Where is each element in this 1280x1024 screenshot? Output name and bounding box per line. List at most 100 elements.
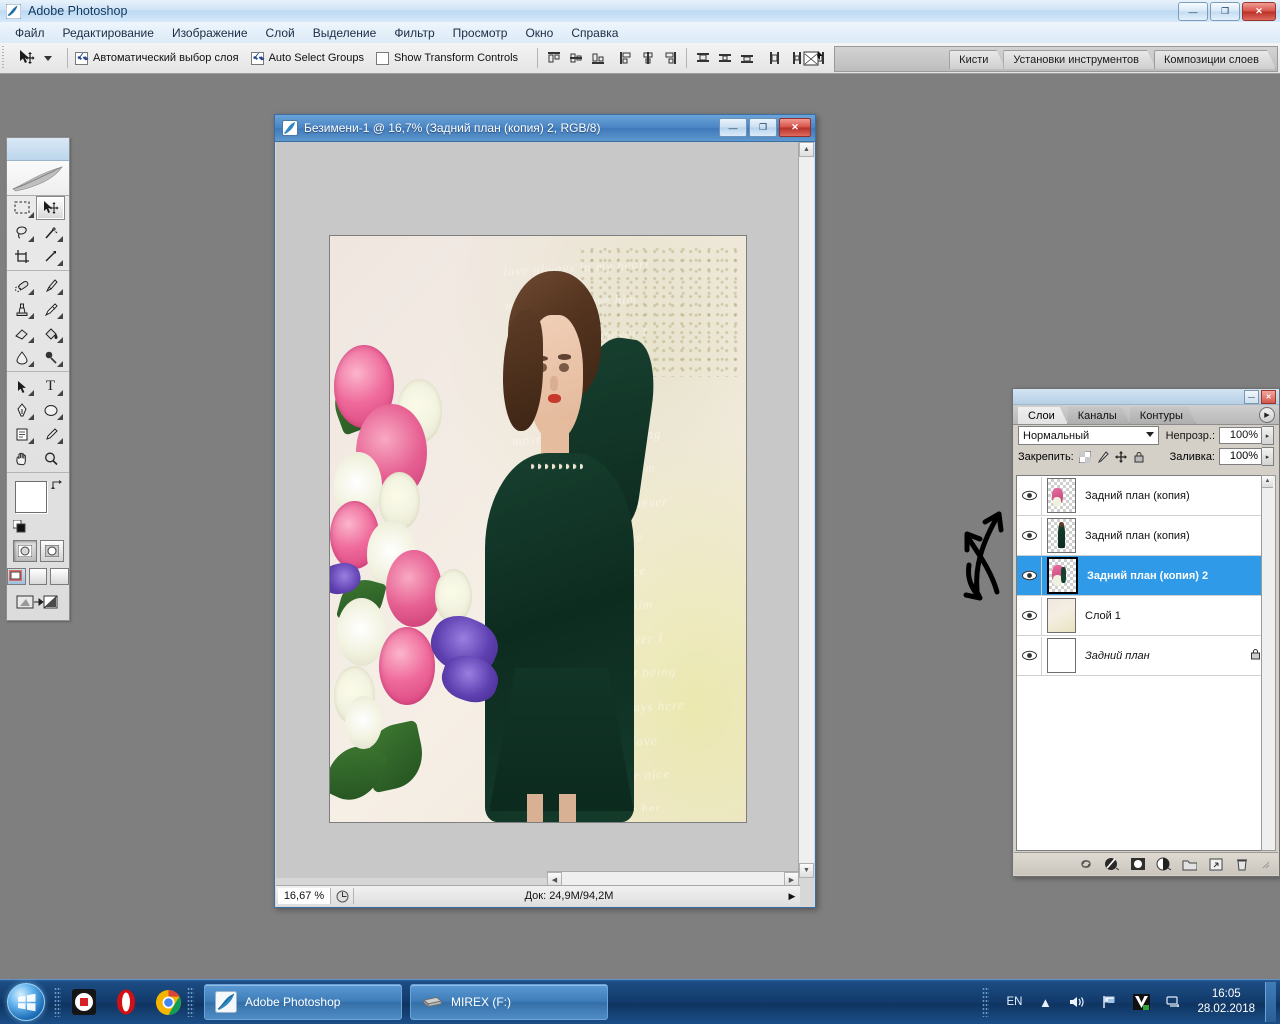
palette-tab-layer-comps[interactable]: Композиции слоев [1154, 50, 1276, 69]
swap-colors-icon[interactable] [51, 479, 63, 494]
link-layers-icon[interactable] [1078, 857, 1093, 872]
layer-list[interactable]: Задний план (копия) Задний план (копия) [1016, 475, 1270, 851]
palette-tab-tool-presets[interactable]: Установки инструментов [1003, 50, 1156, 69]
canvas-vertical-scrollbar[interactable]: ▲ ▼ [798, 142, 814, 878]
magic-wand-tool[interactable] [36, 220, 65, 244]
lock-position-icon[interactable] [1114, 450, 1127, 463]
palette-well-icon[interactable] [803, 49, 825, 72]
layer-thumbnail[interactable] [1047, 518, 1076, 553]
layer-thumbnail[interactable] [1047, 598, 1076, 633]
table-row[interactable]: Задний план [1017, 636, 1269, 676]
tool-preset-chevron-down-icon[interactable] [44, 55, 52, 61]
slice-tool[interactable] [36, 244, 65, 268]
auto-select-groups-option[interactable]: Auto Select Groups [250, 50, 364, 65]
full-screen-with-menubar-icon[interactable] [28, 568, 48, 585]
foreground-color-swatch[interactable] [15, 481, 47, 513]
layers-panel-minimize-button[interactable]: — [1244, 390, 1259, 404]
document-close-button[interactable]: ✕ [779, 118, 811, 137]
menu-item-filter[interactable]: Фильтр [385, 24, 443, 42]
show-hidden-icons-chevron[interactable]: ▲ [1034, 991, 1056, 1013]
path-selection-tool[interactable] [7, 374, 36, 398]
type-tool[interactable]: T [36, 374, 65, 398]
lock-all-icon[interactable] [1133, 451, 1145, 463]
antivirus-icon[interactable] [1130, 991, 1152, 1013]
table-row[interactable]: Слой 1 [1017, 596, 1269, 636]
distribute-vertical-centers-icon[interactable] [716, 49, 734, 67]
standard-screen-mode-icon[interactable] [7, 568, 26, 585]
full-screen-mode-icon[interactable] [50, 568, 70, 585]
opacity-input[interactable]: 100% [1219, 427, 1262, 444]
healing-brush-tool[interactable] [7, 273, 36, 297]
layer-thumbnail[interactable] [1047, 557, 1078, 594]
new-group-icon[interactable] [1182, 857, 1197, 872]
align-bottom-edges-icon[interactable] [589, 49, 607, 67]
blend-mode-select[interactable]: Нормальный [1018, 426, 1159, 445]
show-transform-controls-option[interactable]: Show Transform Controls [375, 51, 518, 65]
volume-speaker-icon[interactable] [1066, 991, 1088, 1013]
taskbar-clock[interactable]: 16:05 28.02.2018 [1197, 987, 1255, 1017]
layer-visibility-eye-icon[interactable] [1017, 636, 1042, 675]
document-minimize-button[interactable]: — [719, 118, 747, 137]
align-top-edges-icon[interactable] [545, 49, 563, 67]
clone-stamp-tool[interactable] [7, 297, 36, 321]
layer-style-fx-icon[interactable] [1104, 857, 1119, 872]
close-button[interactable]: ✕ [1242, 2, 1276, 21]
language-indicator[interactable]: EN [1006, 996, 1022, 1008]
menu-item-view[interactable]: Просмотр [444, 24, 517, 42]
delete-layer-icon[interactable] [1234, 857, 1249, 872]
table-row[interactable]: Задний план (копия) 2 [1017, 556, 1269, 596]
distribute-top-edges-icon[interactable] [694, 49, 712, 67]
ellipse-shape-tool[interactable] [36, 398, 65, 422]
align-horizontal-centers-icon[interactable] [639, 49, 657, 67]
network-icon[interactable] [1162, 991, 1184, 1013]
artboard[interactable]: love always in my heart most of all I lo… [329, 235, 747, 823]
security-shield-icon[interactable] [69, 987, 99, 1017]
start-button[interactable] [2, 982, 50, 1022]
auto-select-layer-option[interactable]: Автоматический выбор слоя [75, 50, 239, 65]
menu-item-image[interactable]: Изображение [163, 24, 257, 42]
hand-tool[interactable] [7, 446, 36, 470]
move-tool-icon[interactable] [14, 47, 40, 69]
lock-transparent-pixels-icon[interactable] [1078, 450, 1091, 463]
new-layer-icon[interactable] [1208, 857, 1223, 872]
paint-bucket-tool[interactable] [36, 321, 65, 345]
scroll-down-button[interactable]: ▼ [799, 863, 814, 878]
scroll-up-button[interactable]: ▲ [799, 142, 814, 157]
layer-visibility-eye-icon[interactable] [1017, 476, 1042, 515]
dodge-tool[interactable] [36, 345, 65, 369]
action-center-flag-icon[interactable] [1098, 991, 1120, 1013]
layers-scroll-up-button[interactable]: ▲ [1262, 476, 1273, 488]
default-colors-icon[interactable] [12, 519, 26, 533]
notes-tool[interactable] [7, 422, 36, 446]
layers-panel-title-bar[interactable]: — ✕ [1013, 389, 1279, 405]
opera-browser-icon[interactable] [111, 987, 141, 1017]
tab-layers[interactable]: Слои [1018, 407, 1068, 424]
layers-panel-close-button[interactable]: ✕ [1261, 390, 1276, 404]
show-desktop-button[interactable] [1265, 982, 1276, 1022]
menu-item-window[interactable]: Окно [516, 24, 562, 42]
pen-tool[interactable] [7, 398, 36, 422]
menu-item-select[interactable]: Выделение [304, 24, 386, 42]
layer-visibility-eye-icon[interactable] [1017, 596, 1042, 635]
auto-select-layer-checkbox[interactable] [75, 50, 88, 65]
document-maximize-button[interactable]: ❐ [749, 118, 777, 137]
document-title-bar[interactable]: Безимени-1 @ 16,7% (Задний план (копия) … [275, 115, 815, 142]
lock-image-pixels-icon[interactable] [1097, 450, 1109, 463]
new-adjustment-layer-icon[interactable] [1156, 857, 1171, 872]
google-chrome-icon[interactable] [153, 987, 183, 1017]
jump-to-imageready-icon[interactable] [16, 592, 60, 615]
layer-thumbnail[interactable] [1047, 478, 1076, 513]
maximize-button[interactable]: ❐ [1210, 2, 1240, 21]
menu-item-file[interactable]: Файл [6, 24, 54, 42]
brush-tool[interactable] [36, 273, 65, 297]
show-transform-controls-checkbox[interactable] [375, 51, 389, 65]
table-row[interactable]: Задний план (копия) [1017, 476, 1269, 516]
doc-info-icon[interactable] [331, 888, 354, 904]
chevron-down-icon[interactable] [1145, 432, 1154, 437]
history-brush-tool[interactable] [36, 297, 65, 321]
fill-input[interactable]: 100% [1219, 448, 1262, 465]
canvas-area[interactable]: love always in my heart most of all I lo… [276, 142, 800, 878]
table-row[interactable]: Задний план (копия) [1017, 516, 1269, 556]
options-bar-grip[interactable] [2, 46, 11, 70]
distribute-left-edges-icon[interactable] [766, 49, 784, 67]
